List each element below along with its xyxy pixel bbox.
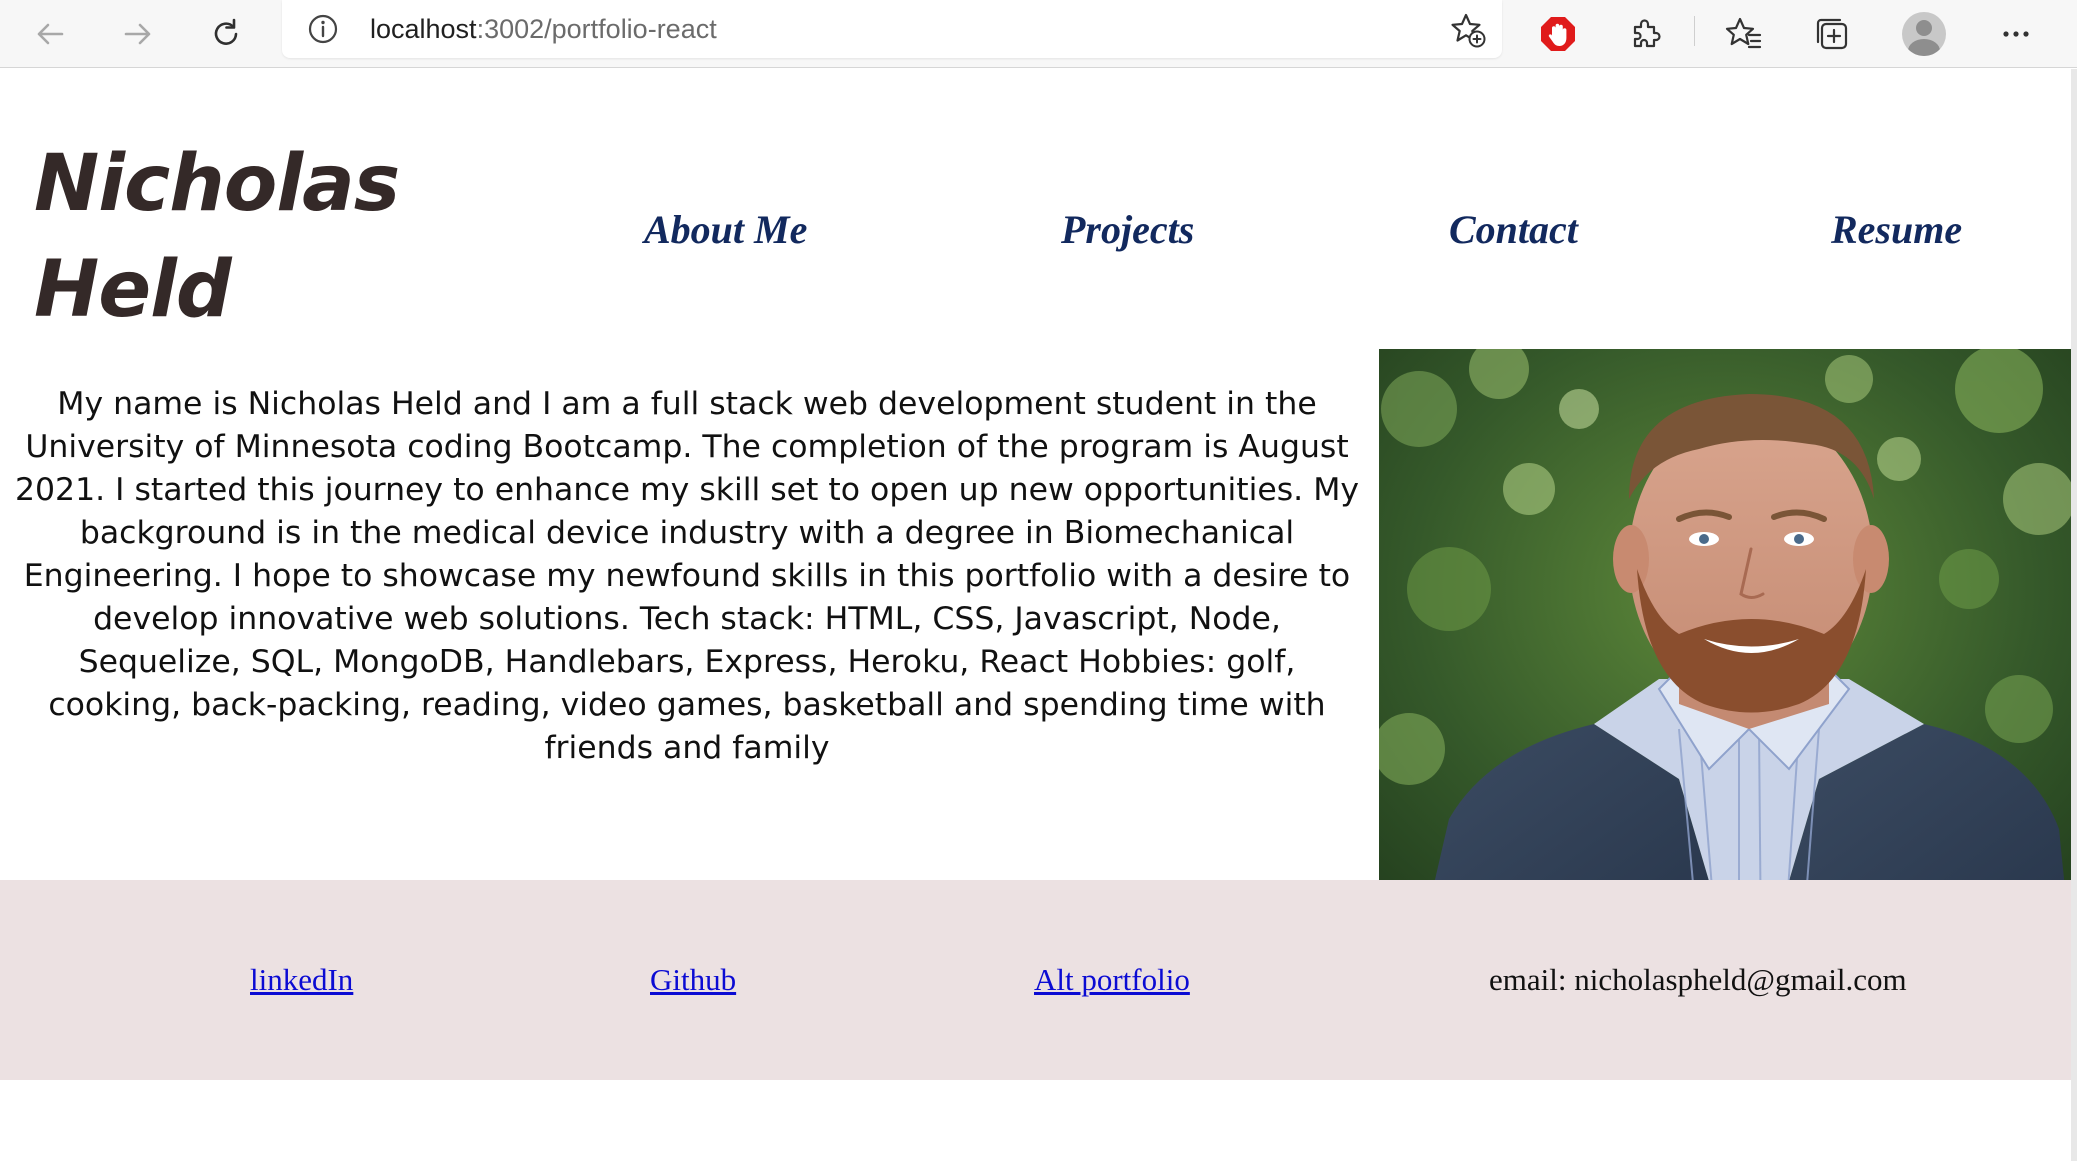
site-info-button[interactable] [306,12,340,46]
more-menu-icon [2003,31,2029,37]
nav-contact[interactable]: Contact [1449,205,1578,255]
add-favorite-button[interactable] [1448,10,1488,50]
favorites-icon [1725,17,1762,49]
nav-projects[interactable]: Projects [1061,205,1194,255]
nav-resume[interactable]: Resume [1831,205,1962,255]
linkedin-link[interactable]: linkedIn [250,960,353,1000]
profile-button[interactable] [1898,8,1950,60]
toolbar-separator [1694,16,1695,46]
extensions-icon [1633,19,1661,48]
footer-email: email: nicholaspheld@gmail.com [1489,962,1907,997]
collections-button[interactable] [1806,8,1858,60]
reload-button[interactable] [200,8,252,60]
url-text[interactable]: localhost:3002/portfolio-react [370,12,717,46]
page-content: Nicholas Held About Me Projects Contact … [0,69,2071,1161]
github-link[interactable]: Github [650,960,736,1000]
browser-toolbar: localhost:3002/portfolio-react [0,0,2077,68]
favorites-button[interactable] [1718,8,1770,60]
url-host: localhost [370,14,477,44]
site-title-last-name: Held [34,245,232,335]
alt-portfolio-link[interactable]: Alt portfolio [1034,960,1190,1000]
reload-icon [214,18,238,45]
profile-avatar-icon [1902,12,1946,56]
forward-button[interactable] [112,8,164,60]
nav-about-me[interactable]: About Me [644,205,807,255]
collections-icon [1816,18,1848,50]
site-title-first-name: Nicholas [34,139,400,229]
back-arrow-icon [37,23,64,45]
site-title: Nicholas Held [34,131,454,343]
info-icon [308,14,338,44]
back-button[interactable] [24,8,76,60]
more-menu-button[interactable] [1990,8,2042,60]
footer: linkedIn Github Alt portfolio email: nic… [0,880,2071,1080]
address-bar[interactable]: localhost:3002/portfolio-react [282,0,1502,58]
forward-arrow-icon [124,23,151,45]
add-favorite-icon [1451,13,1486,48]
page-scrollbar[interactable] [2071,69,2077,1161]
extensions-button[interactable] [1620,8,1672,60]
adblock-icon [1541,17,1575,51]
adblock-button[interactable] [1532,8,1584,60]
profile-photo [1379,349,2071,949]
about-bio: My name is Nicholas Held and I am a full… [14,386,1360,766]
url-path: :3002/portfolio-react [476,14,717,44]
